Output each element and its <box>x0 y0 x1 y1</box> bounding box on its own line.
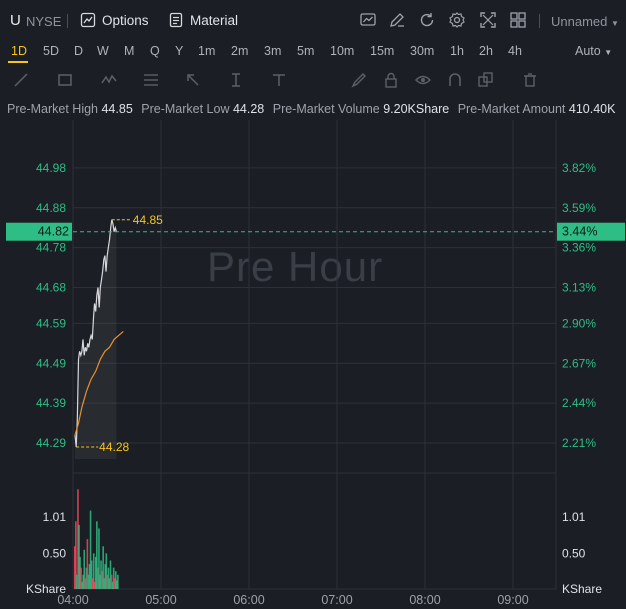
timeframe-10m[interactable]: 10m <box>330 44 354 58</box>
price-chart[interactable]: 44.8544.2844.82 3.44% 04:00 05:00 06:00 07:0… <box>0 120 626 609</box>
percent-tick-label: 2.90% <box>562 316 596 330</box>
chart-grid <box>72 120 557 590</box>
pen-icon[interactable] <box>388 11 406 29</box>
measure-tool-icon[interactable] <box>227 71 245 89</box>
auto-label: Auto <box>575 44 601 58</box>
chart-icon[interactable] <box>359 11 377 29</box>
ticker-symbol: U <box>10 12 21 29</box>
line-tool-icon[interactable] <box>12 71 30 89</box>
x-tick-label: 09:00 <box>497 593 528 607</box>
price-tick-label: 44.78 <box>36 241 66 255</box>
text-tool-icon[interactable] <box>270 71 288 89</box>
volume-tick-label: 1.01 <box>562 510 586 524</box>
lock-icon[interactable] <box>382 71 400 89</box>
material-button[interactable]: Material <box>168 12 238 28</box>
material-document-icon <box>169 12 183 28</box>
timeframe-15m[interactable]: 15m <box>370 44 394 58</box>
premarket-amount-value: 410.40K <box>568 102 616 116</box>
current-change-value: 3.44% <box>562 225 597 239</box>
grid-layout-icon[interactable] <box>509 11 527 29</box>
timeframe-1d[interactable]: 1D <box>11 44 27 58</box>
timeframe-3m[interactable]: 3m <box>264 44 281 58</box>
layout-name: Unnamed <box>551 14 608 29</box>
price-tick-label: 44.68 <box>36 281 66 295</box>
timeframe-4h[interactable]: 4h <box>508 44 522 58</box>
magnet-icon[interactable] <box>446 71 464 89</box>
header-divider <box>67 14 68 28</box>
low-marker-label: 44.28 <box>99 440 129 454</box>
header-divider <box>539 14 540 28</box>
premarket-high-label: Pre-Market High <box>7 102 98 116</box>
timeframe-1h[interactable]: 1h <box>450 44 464 58</box>
volume-unit-label: KShare <box>562 582 602 596</box>
premarket-high-value: 44.85 <box>101 102 133 116</box>
current-price-value: 44.82 <box>38 225 69 239</box>
options-chart-icon <box>80 12 96 28</box>
price-tick-label: 44.98 <box>36 161 66 175</box>
percent-tick-label: 3.82% <box>562 161 596 175</box>
x-tick-label: 07:00 <box>321 593 352 607</box>
trash-icon[interactable] <box>521 71 539 89</box>
premarket-volume-value: 9.20KShare <box>383 102 450 116</box>
timeframe-1m[interactable]: 1m <box>198 44 215 58</box>
arrow-tool-icon[interactable] <box>184 71 202 89</box>
percent-tick-label: 2.67% <box>562 356 596 370</box>
percent-tick-label: 3.36% <box>562 241 596 255</box>
rectangle-tool-icon[interactable] <box>56 71 74 89</box>
premarket-low-value: 44.28 <box>232 102 265 116</box>
options-button[interactable]: Options <box>80 12 149 28</box>
wave-tool-icon[interactable] <box>100 71 118 89</box>
percent-tick-label: 3.59% <box>562 201 596 215</box>
price-lines: 44.85 44.28 44.82 3.44% <box>6 213 625 459</box>
x-tick-label: 05:00 <box>145 593 176 607</box>
percent-tick-label: 2.44% <box>562 396 596 410</box>
volume-tick-label: 0.50 <box>562 546 586 560</box>
x-tick-label: 06:00 <box>233 593 264 607</box>
timeframe-q[interactable]: Q <box>150 44 160 58</box>
high-marker-label: 44.85 <box>133 213 163 227</box>
volume-tick-label: 0.50 <box>43 546 67 560</box>
premarket-volume-label: Pre-Market Volume <box>272 102 380 116</box>
timeframe-5m[interactable]: 5m <box>297 44 314 58</box>
timeframe-w[interactable]: W <box>97 44 109 58</box>
premarket-amount-label: Pre-Market Amount <box>457 102 566 116</box>
settings-gear-icon[interactable] <box>448 11 466 29</box>
fullscreen-icon[interactable] <box>479 11 497 29</box>
price-area-fill <box>75 219 117 459</box>
volume-bars <box>74 489 119 589</box>
active-timeframe-indicator <box>8 61 28 63</box>
material-label: Material <box>190 12 239 28</box>
premarket-summary: Pre-Market High 44.85 Pre-Market Low 44.… <box>7 102 620 116</box>
caret-down-icon: ▼ <box>611 19 619 28</box>
refresh-icon[interactable] <box>418 11 436 29</box>
volume-unit-label: KShare <box>26 582 66 596</box>
layout-dropdown[interactable]: Unnamed ▼ <box>551 14 619 29</box>
price-tick-label: 44.88 <box>36 201 66 215</box>
auto-scale-dropdown[interactable]: Auto ▼ <box>575 44 612 58</box>
price-tick-label: 44.59 <box>36 316 66 330</box>
percent-tick-label: 2.21% <box>562 436 596 450</box>
timeframe-30m[interactable]: 30m <box>410 44 434 58</box>
volume-tick-label: 1.01 <box>43 510 67 524</box>
timeframe-5d[interactable]: 5D <box>43 44 59 58</box>
copy-icon[interactable] <box>477 71 495 89</box>
eye-icon[interactable] <box>414 71 432 89</box>
price-tick-label: 44.39 <box>36 396 66 410</box>
timeframe-d[interactable]: D <box>74 44 83 58</box>
options-label: Options <box>102 12 149 28</box>
x-tick-label: 08:00 <box>409 593 440 607</box>
timeframe-y[interactable]: Y <box>175 44 183 58</box>
premarket-low-label: Pre-Market Low <box>141 102 230 116</box>
exchange-label: NYSE <box>26 14 62 29</box>
fibonacci-tool-icon[interactable] <box>142 71 160 89</box>
price-tick-label: 44.49 <box>36 356 66 370</box>
price-tick-label: 44.29 <box>36 436 66 450</box>
timeframe-m[interactable]: M <box>124 44 134 58</box>
percent-tick-label: 3.13% <box>562 281 596 295</box>
timeframe-2m[interactable]: 2m <box>231 44 248 58</box>
caret-down-icon: ▼ <box>604 48 613 57</box>
timeframe-2h[interactable]: 2h <box>479 44 493 58</box>
volume-bar <box>117 574 119 589</box>
brush-icon[interactable] <box>350 71 368 89</box>
